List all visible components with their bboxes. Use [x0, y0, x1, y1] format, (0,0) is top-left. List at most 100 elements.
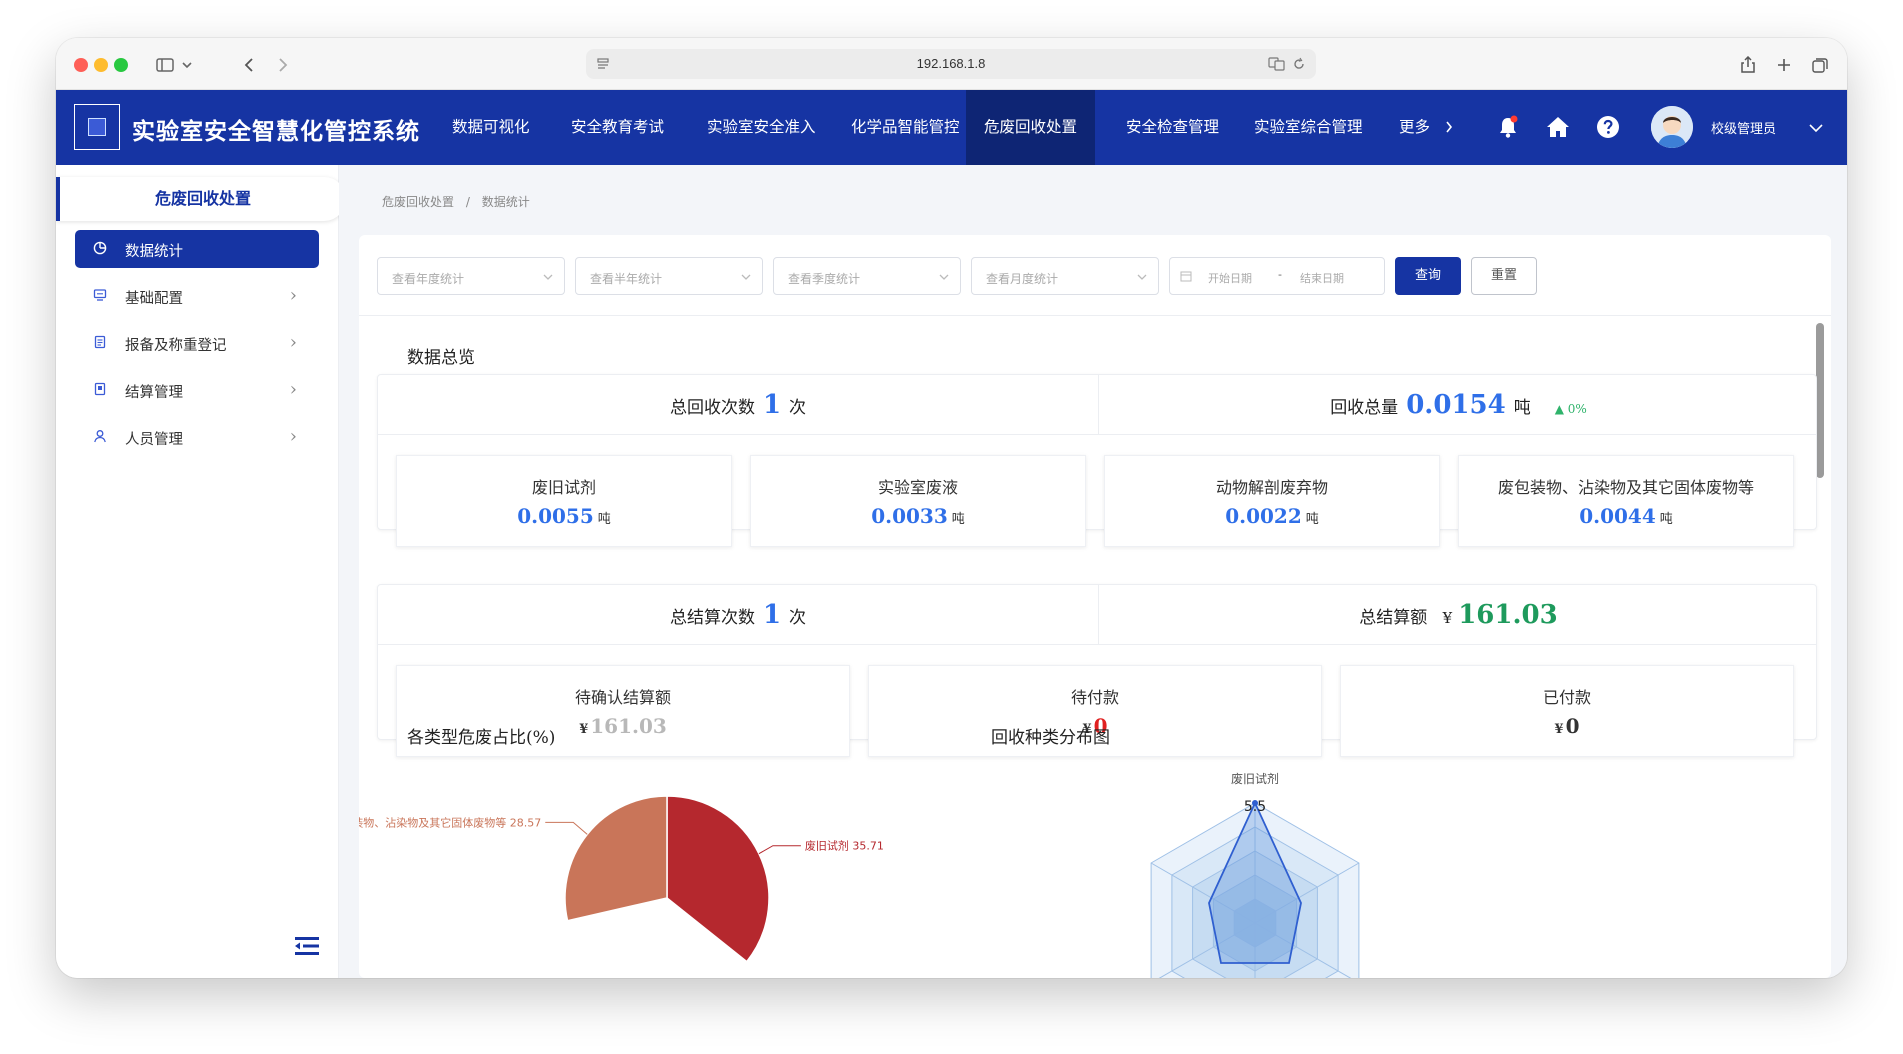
month-select-placeholder: 查看月度统计	[986, 272, 1059, 286]
share-icon	[1741, 56, 1755, 73]
notification-button[interactable]	[1493, 112, 1523, 142]
home-icon	[1547, 117, 1569, 137]
date-range-picker[interactable]: 开始日期 - 结束日期	[1169, 257, 1385, 295]
settle-card-label: 待确认结算额	[574, 688, 671, 707]
nav-lab-safety-access[interactable]: 实验室安全准入	[689, 90, 834, 165]
chevron-right-icon: ›	[289, 332, 297, 353]
recycle-total-unit: 吨	[1513, 398, 1531, 418]
pie-label-line	[758, 845, 801, 855]
reset-button[interactable]: 重置	[1471, 257, 1537, 295]
forward-button[interactable]	[270, 52, 296, 78]
chevron-right-icon	[279, 58, 288, 72]
avatar[interactable]	[1651, 106, 1693, 148]
back-button[interactable]	[236, 52, 262, 78]
radar-chart: 废旧试剂 5.5	[1150, 771, 1360, 978]
nav-more[interactable]: 更多	[1381, 90, 1471, 165]
close-window-button[interactable]	[74, 58, 88, 72]
recycle-total-value: 0.0154	[1406, 390, 1506, 420]
pie-slice-packaging[interactable]	[564, 795, 668, 922]
half-year-select[interactable]: 查看半年统计	[575, 257, 763, 295]
sidebar-item-data-statistics[interactable]: 数据统计	[75, 230, 319, 268]
breadcrumb-separator: /	[465, 195, 470, 209]
pie-icon	[93, 241, 107, 255]
settlement-summary: 总结算次数 1 次 总结算额 ¥161.03 待确认结算额 ¥161.03 待付款 …	[377, 584, 1817, 757]
waste-card-unit: 吨	[1659, 512, 1673, 527]
sidebar-item-personnel[interactable]: 人员管理 ›	[75, 418, 319, 456]
start-date-input[interactable]: 开始日期	[1208, 270, 1252, 286]
quarter-select-placeholder: 查看季度统计	[788, 272, 861, 286]
sidebar-item-settlement[interactable]: 结算管理 ›	[75, 371, 319, 409]
sidebar-item-basic-config[interactable]: 基础配置 ›	[75, 277, 319, 315]
statistics-panel: 查看年度统计 查看半年统计 查看季度统计 查看月度统计 开始日期 - 结束日期	[359, 235, 1831, 978]
nav-hazardous-waste[interactable]: 危废回收处置	[966, 90, 1096, 165]
half-year-select-placeholder: 查看半年统计	[590, 272, 663, 286]
nav-safety-inspection[interactable]: 安全检查管理	[1108, 90, 1237, 165]
new-tab-button[interactable]	[1772, 52, 1796, 78]
app-title: 实验室安全智慧化管控系统	[132, 119, 420, 145]
waste-card-label: 实验室废液	[877, 478, 958, 497]
help-button[interactable]	[1593, 112, 1623, 142]
chevron-right-icon	[1446, 121, 1452, 133]
share-button[interactable]	[1736, 52, 1760, 78]
waste-card-value: 0.0055	[517, 504, 594, 528]
plus-icon	[1778, 59, 1790, 71]
waste-card-reagent: 废旧试剂 0.0055 吨	[396, 455, 732, 547]
waste-card-animal: 动物解剖废弃物 0.0022 吨	[1104, 455, 1440, 547]
nav-safety-education-exam[interactable]: 安全教育考试	[553, 90, 682, 165]
app-top-nav: 实验室安全智慧化管控系统 数据可视化 安全教育考试 实验室安全准入 化学品智能管…	[56, 90, 1847, 165]
tab-overview-button[interactable]	[1808, 52, 1832, 78]
url-text: 192.168.1.8	[916, 56, 986, 71]
breadcrumb-parent[interactable]: 危废回收处置	[382, 195, 454, 209]
chevron-down-icon	[543, 274, 553, 280]
quarter-select[interactable]: 查看季度统计	[773, 257, 961, 295]
home-button[interactable]	[1543, 112, 1573, 142]
waste-card-value: 0.0033	[871, 504, 948, 528]
pie-label-reagent: 废旧试剂 35.71	[805, 839, 884, 853]
waste-card-label: 废包装物、沾染物及其它固体废物等	[1497, 478, 1754, 497]
recycle-summary-header: 总回收次数 1 次 回收总量 0.0154 吨 ▲ 0%	[378, 375, 1816, 435]
logo-mark	[88, 118, 106, 136]
reload-icon[interactable]	[1292, 57, 1306, 71]
month-select[interactable]: 查看月度统计	[971, 257, 1159, 295]
overview-title: 数据总览	[407, 348, 475, 368]
address-bar[interactable]: 192.168.1.8	[586, 49, 1316, 79]
sidebar-icon	[156, 58, 174, 72]
sidebar-item-report-weighing[interactable]: 报备及称重登记 ›	[75, 324, 319, 362]
chevron-down-icon	[741, 274, 751, 280]
zoom-window-button[interactable]	[114, 58, 128, 72]
nav-lab-management[interactable]: 实验室综合管理	[1236, 90, 1381, 165]
settlement-summary-header: 总结算次数 1 次 总结算额 ¥161.03	[378, 585, 1816, 645]
nav-data-visualization[interactable]: 数据可视化	[434, 90, 548, 165]
settlement-count: 总结算次数 1 次	[378, 585, 1098, 645]
chevron-left-icon	[244, 58, 253, 72]
radar-indicator-label: 废旧试剂	[1231, 771, 1279, 786]
query-button[interactable]: 查询	[1395, 257, 1461, 295]
user-icon	[94, 430, 106, 443]
chevron-right-icon: ›	[289, 379, 297, 400]
sidebar-toggle-button[interactable]	[154, 52, 194, 78]
year-select[interactable]: 查看年度统计	[377, 257, 565, 295]
main-content: 危废回收处置 / 数据统计 查看年度统计 查看半年统计 查看季度统计 查看月度统…	[339, 165, 1847, 978]
radar-value-label: 5.5	[1244, 799, 1266, 815]
settle-card-label: 已付款	[1542, 688, 1591, 707]
end-date-input[interactable]: 结束日期	[1300, 270, 1344, 286]
recycle-change-badge: ▲ 0%	[1554, 402, 1587, 416]
settlement-count-value: 1	[762, 600, 782, 630]
recycle-summary: 总回收次数 1 次 回收总量 0.0154 吨 ▲ 0% 废旧试剂 0.0055 吨 实验室…	[377, 374, 1817, 547]
sidebar-item-label: 报备及称重登记	[125, 338, 227, 354]
recycle-count: 总回收次数 1 次	[378, 375, 1098, 435]
nav-chemical-control[interactable]: 化学品智能管控	[833, 90, 978, 165]
minimize-window-button[interactable]	[94, 58, 108, 72]
browser-titlebar: 192.168.1.8	[56, 38, 1847, 90]
chevron-down-icon[interactable]	[1809, 124, 1823, 133]
user-name[interactable]: 校级管理员	[1711, 118, 1776, 137]
settlement-count-unit: 次	[789, 608, 807, 628]
menu-collapse-icon[interactable]	[294, 935, 320, 957]
settle-card-currency: ¥	[1554, 722, 1564, 737]
waste-card-value: 0.0022	[1225, 504, 1302, 528]
pie-slice-reagent[interactable]	[666, 795, 770, 963]
pie-chart-title: 各类型危废占比(%)	[407, 728, 556, 748]
sidebar: 危废回收处置 数据统计 基础配置 › 报备及称重登记 › 结算管理 › 人员管理…	[56, 165, 346, 978]
sidebar-header: 危废回收处置	[56, 177, 346, 221]
radar-chart-title: 回收种类分布图	[991, 728, 1110, 748]
